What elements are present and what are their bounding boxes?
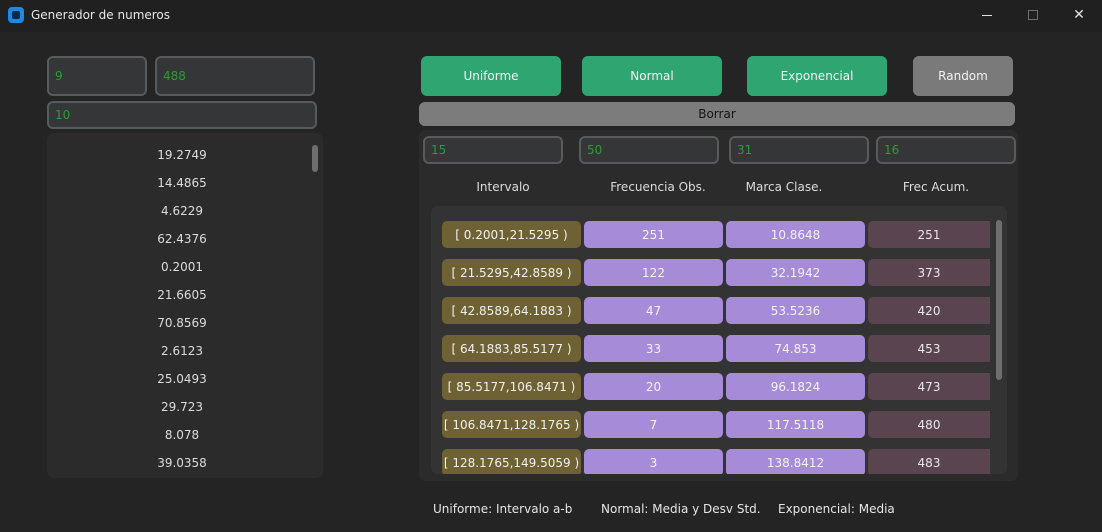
- cell-frec-acum: 453: [868, 335, 990, 362]
- window-title: Generador de numeros: [31, 8, 171, 22]
- close-icon: ✕: [1073, 7, 1085, 23]
- minimize-icon: [982, 14, 992, 16]
- cell-marca-clase: 74.853: [726, 335, 865, 362]
- cell-frec-acum: 480: [868, 411, 990, 438]
- cell-frecuencia-obs: 122: [584, 259, 723, 286]
- list-item: 4.6229: [161, 204, 203, 218]
- table-scrollbar[interactable]: [996, 220, 1002, 380]
- header-marca-clase: Marca Clase.: [745, 180, 823, 194]
- cell-intervalo: [ 85.5177,106.8471 ): [442, 373, 581, 400]
- cell-marca-clase: 117.5118: [726, 411, 865, 438]
- cell-intervalo: [ 64.1883,85.5177 ): [442, 335, 581, 362]
- cell-marca-clase: 32.1942: [726, 259, 865, 286]
- minimize-button[interactable]: [964, 0, 1010, 32]
- list-item: 62.4376: [157, 232, 207, 246]
- cell-frecuencia-obs: 20: [584, 373, 723, 400]
- list-item: 2.6123: [161, 344, 203, 358]
- cell-marca-clase: 96.1824: [726, 373, 865, 400]
- header-intervalo: Intervalo: [476, 180, 530, 194]
- cell-intervalo: [ 128.1765,149.5059 ): [442, 449, 581, 474]
- title-bar: Generador de numeros ✕: [0, 0, 1102, 32]
- cell-frecuencia-obs: 47: [584, 297, 723, 324]
- list-item: 8.078: [164, 428, 200, 442]
- header-frec-acum: Frec Acum.: [902, 180, 970, 194]
- cantidad-input[interactable]: 10: [47, 101, 317, 129]
- cell-frec-acum: 483: [868, 449, 990, 474]
- cell-marca-clase: 53.5236: [726, 297, 865, 324]
- cell-intervalo: [ 0.2001,21.5295 ): [442, 221, 581, 248]
- cell-marca-clase: 10.8648: [726, 221, 865, 248]
- list-item: 70.8569: [157, 316, 207, 330]
- uniforme-button[interactable]: Uniforme: [421, 56, 561, 96]
- generated-numbers-list[interactable]: 19.2749 14.4865 4.6229 62.4376 0.2001 21…: [47, 133, 323, 478]
- cell-intervalo: [ 106.8471,128.1765 ): [442, 411, 581, 438]
- footer-uniforme-label: Uniforme: Intervalo a-b: [433, 502, 573, 516]
- normal-button[interactable]: Normal: [582, 56, 722, 96]
- list-item: 25.0493: [157, 372, 207, 386]
- borrar-button[interactable]: Borrar: [419, 102, 1015, 126]
- cell-frec-acum: 420: [868, 297, 990, 324]
- list-item: 14.4865: [157, 176, 207, 190]
- exponencial-button[interactable]: Exponencial: [747, 56, 887, 96]
- cell-frecuencia-obs: 33: [584, 335, 723, 362]
- list-item: 39.0358: [157, 456, 207, 470]
- list-item: 0.2001: [161, 260, 203, 274]
- cell-frec-acum: 251: [868, 221, 990, 248]
- maximize-icon: [1028, 10, 1038, 20]
- list-item: 19.2749: [157, 148, 207, 162]
- list-item: 29.723: [161, 400, 203, 414]
- cell-frecuencia-obs: 7: [584, 411, 723, 438]
- list-scrollbar[interactable]: [312, 145, 318, 172]
- intervalos-input[interactable]: 15: [423, 136, 563, 164]
- footer-normal-label: Normal: Media y Desv Std.: [601, 502, 761, 516]
- close-button[interactable]: ✕: [1056, 0, 1102, 32]
- random-button[interactable]: Random: [913, 56, 1013, 96]
- cell-marca-clase: 138.8412: [726, 449, 865, 474]
- maximize-button[interactable]: [1010, 0, 1056, 32]
- footer-exponencial-label: Exponencial: Media: [778, 502, 895, 516]
- list-item: 21.6605: [157, 288, 207, 302]
- param-b-input[interactable]: 488: [155, 56, 315, 96]
- header-frecuencia-obs: Frecuencia Obs.: [610, 180, 706, 194]
- cell-frecuencia-obs: 3: [584, 449, 723, 474]
- cell-intervalo: [ 42.8589,64.1883 ): [442, 297, 581, 324]
- frequency-table[interactable]: [ 0.2001,21.5295 ) 251 10.8648 251 [ 21.…: [431, 206, 1007, 474]
- param-4-input[interactable]: 16: [876, 136, 1016, 164]
- param-3-input[interactable]: 31: [729, 136, 869, 164]
- param-a-input[interactable]: 9: [47, 56, 147, 96]
- cell-frec-acum: 373: [868, 259, 990, 286]
- cell-intervalo: [ 21.5295,42.8589 ): [442, 259, 581, 286]
- cell-frec-acum: 473: [868, 373, 990, 400]
- app-icon: [8, 7, 24, 23]
- param-2-input[interactable]: 50: [579, 136, 719, 164]
- cell-frecuencia-obs: 251: [584, 221, 723, 248]
